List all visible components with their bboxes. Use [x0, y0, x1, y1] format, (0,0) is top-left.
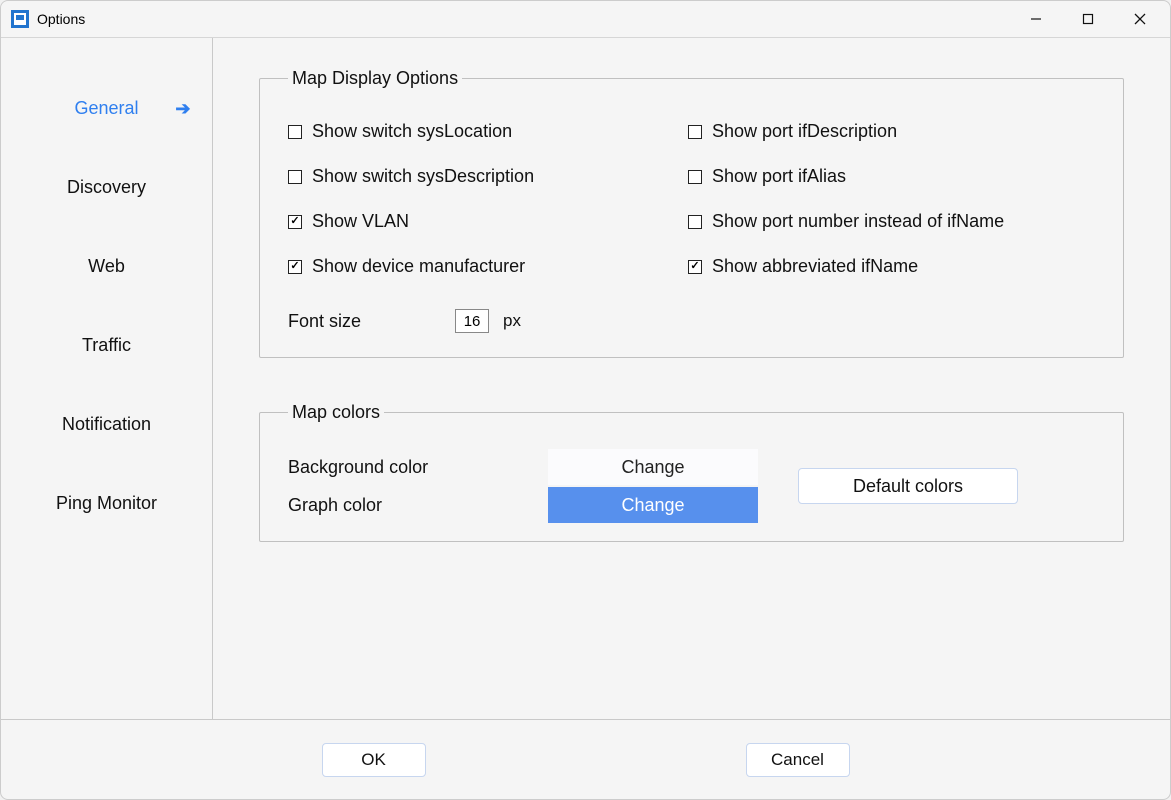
options-window: Options General ➔ Discovery Web	[0, 0, 1171, 800]
footer: OK Cancel	[1, 719, 1170, 799]
checkbox-icon	[688, 215, 702, 229]
graph-color-label: Graph color	[288, 495, 548, 516]
background-color-label: Background color	[288, 457, 548, 478]
checkbox-label: Show port number instead of ifName	[712, 211, 1004, 232]
minimize-button[interactable]	[1010, 1, 1062, 37]
checkbox-label: Show port ifAlias	[712, 166, 846, 187]
sidebar-item-label: Notification	[62, 414, 151, 434]
checkbox-label: Show VLAN	[312, 211, 409, 232]
checkbox-show-vlan[interactable]: Show VLAN	[288, 211, 668, 232]
sidebar-item-label: Discovery	[67, 177, 146, 197]
sidebar-item-label: Traffic	[82, 335, 131, 355]
checkbox-label: Show switch sysLocation	[312, 121, 512, 142]
arrow-right-icon: ➔	[175, 98, 190, 119]
button-label: Change	[621, 457, 684, 478]
checkbox-label: Show switch sysDescription	[312, 166, 534, 187]
titlebar: Options	[1, 1, 1170, 37]
ok-button[interactable]: OK	[322, 743, 426, 777]
checkbox-label: Show abbreviated ifName	[712, 256, 918, 277]
sidebar-item-web[interactable]: Web	[17, 256, 197, 277]
map-display-options-legend: Map Display Options	[288, 68, 462, 89]
change-background-color-button[interactable]: Change	[548, 449, 758, 485]
font-size-row: Font size px	[288, 309, 1101, 333]
window-title: Options	[37, 11, 85, 27]
checkbox-icon	[288, 170, 302, 184]
default-colors-button[interactable]: Default colors	[798, 468, 1018, 504]
font-size-label: Font size	[288, 311, 361, 332]
map-colors-body: Background color Change Default colors G…	[288, 449, 1101, 523]
map-display-options-group: Map Display Options Show switch sysLocat…	[259, 68, 1124, 358]
checkbox-icon	[688, 260, 702, 274]
checkbox-icon	[288, 260, 302, 274]
sidebar-item-label: General	[74, 98, 138, 118]
button-label: Change	[621, 495, 684, 516]
checkbox-show-device-manufacturer[interactable]: Show device manufacturer	[288, 256, 668, 277]
sidebar-item-ping-monitor[interactable]: Ping Monitor	[17, 493, 197, 514]
checkbox-icon	[688, 125, 702, 139]
sidebar-item-label: Ping Monitor	[56, 493, 157, 513]
sidebar-item-general[interactable]: General ➔	[17, 98, 197, 119]
checkbox-show-abbrev-ifname[interactable]: Show abbreviated ifName	[688, 256, 1101, 277]
button-label: Default colors	[853, 476, 963, 497]
font-size-unit: px	[503, 311, 521, 331]
checkbox-show-port-ifalias[interactable]: Show port ifAlias	[688, 166, 1101, 187]
map-colors-group: Map colors Background color Change Defau…	[259, 402, 1124, 542]
cancel-button[interactable]: Cancel	[746, 743, 850, 777]
sidebar-item-discovery[interactable]: Discovery	[17, 177, 197, 198]
checkbox-icon	[688, 170, 702, 184]
sidebar-item-traffic[interactable]: Traffic	[17, 335, 197, 356]
main-panel: Map Display Options Show switch sysLocat…	[213, 38, 1170, 719]
checkbox-show-port-number[interactable]: Show port number instead of ifName	[688, 211, 1101, 232]
font-size-input[interactable]	[455, 309, 489, 333]
checkbox-show-switch-sysdescription[interactable]: Show switch sysDescription	[288, 166, 668, 187]
close-button[interactable]	[1114, 1, 1166, 37]
checkbox-icon	[288, 215, 302, 229]
checkbox-label: Show device manufacturer	[312, 256, 525, 277]
checkbox-label: Show port ifDescription	[712, 121, 897, 142]
app-icon	[11, 10, 29, 28]
change-graph-color-button[interactable]: Change	[548, 487, 758, 523]
checkbox-show-switch-syslocation[interactable]: Show switch sysLocation	[288, 121, 668, 142]
content-area: General ➔ Discovery Web Traffic Notifica…	[1, 37, 1170, 719]
sidebar-item-notification[interactable]: Notification	[17, 414, 197, 435]
checkbox-show-port-ifdescription[interactable]: Show port ifDescription	[688, 121, 1101, 142]
sidebar-item-label: Web	[88, 256, 125, 276]
map-display-grid: Show switch sysLocation Show port ifDesc…	[288, 121, 1101, 277]
maximize-button[interactable]	[1062, 1, 1114, 37]
map-colors-legend: Map colors	[288, 402, 384, 423]
checkbox-icon	[288, 125, 302, 139]
sidebar: General ➔ Discovery Web Traffic Notifica…	[1, 38, 213, 719]
